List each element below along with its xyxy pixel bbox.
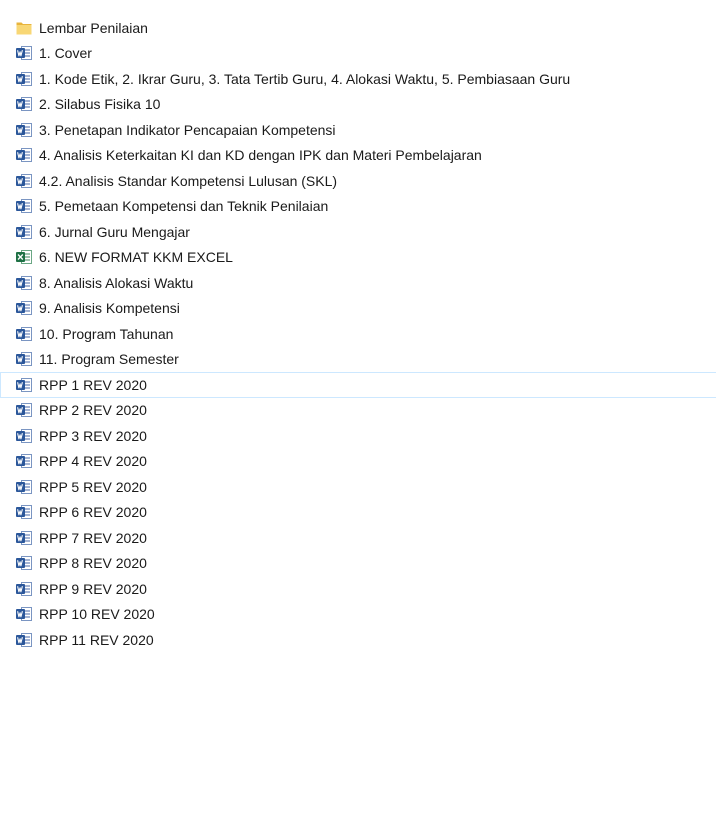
folder-icon xyxy=(15,19,33,37)
word-doc-icon xyxy=(15,350,33,368)
word-doc-icon xyxy=(15,401,33,419)
file-list-item[interactable]: 6. NEW FORMAT KKM EXCEL xyxy=(0,245,716,271)
file-name-label: 6. Jurnal Guru Mengajar xyxy=(39,223,190,240)
file-name-label: RPP 11 REV 2020 xyxy=(39,631,154,648)
file-name-label: RPP 5 REV 2020 xyxy=(39,478,147,495)
word-doc-icon xyxy=(15,452,33,470)
file-list-item[interactable]: 11. Program Semester xyxy=(0,347,716,373)
word-doc-icon xyxy=(15,121,33,139)
file-list-item[interactable]: RPP 10 REV 2020 xyxy=(0,602,716,628)
file-list-item[interactable]: 1. Cover xyxy=(0,41,716,67)
word-doc-icon xyxy=(15,197,33,215)
word-doc-icon xyxy=(15,299,33,317)
file-list-item[interactable]: 6. Jurnal Guru Mengajar xyxy=(0,219,716,245)
word-doc-icon xyxy=(15,376,33,394)
file-name-label: 2. Silabus Fisika 10 xyxy=(39,96,161,113)
word-doc-icon xyxy=(15,529,33,547)
word-doc-icon xyxy=(15,427,33,445)
file-list-item[interactable]: 10. Program Tahunan xyxy=(0,321,716,347)
file-list-item[interactable]: RPP 2 REV 2020 xyxy=(0,398,716,424)
file-name-label: 10. Program Tahunan xyxy=(39,325,174,342)
word-doc-icon xyxy=(15,172,33,190)
file-name-label: RPP 3 REV 2020 xyxy=(39,427,147,444)
file-list-item[interactable]: 5. Pemetaan Kompetensi dan Teknik Penila… xyxy=(0,194,716,220)
file-name-label: RPP 6 REV 2020 xyxy=(39,504,147,521)
file-list-item[interactable]: 4. Analisis Keterkaitan KI dan KD dengan… xyxy=(0,143,716,169)
file-list-item[interactable]: RPP 9 REV 2020 xyxy=(0,576,716,602)
file-name-label: 3. Penetapan Indikator Pencapaian Kompet… xyxy=(39,121,336,138)
file-name-label: 6. NEW FORMAT KKM EXCEL xyxy=(39,249,233,266)
file-list-item[interactable]: RPP 1 REV 2020 xyxy=(0,372,716,398)
file-name-label: 8. Analisis Alokasi Waktu xyxy=(39,274,194,291)
file-name-label: 1. Cover xyxy=(39,45,92,62)
file-name-label: 1. Kode Etik, 2. Ikrar Guru, 3. Tata Ter… xyxy=(39,70,571,87)
file-list: Lembar Penilaian 1. Cover 1. Kode Etik, … xyxy=(0,0,716,816)
file-list-item[interactable]: RPP 5 REV 2020 xyxy=(0,474,716,500)
word-doc-icon xyxy=(15,503,33,521)
excel-sheet-icon xyxy=(15,248,33,266)
file-list-item[interactable]: 4.2. Analisis Standar Kompetensi Lulusan… xyxy=(0,168,716,194)
file-name-label: RPP 9 REV 2020 xyxy=(39,580,147,597)
file-name-label: 5. Pemetaan Kompetensi dan Teknik Penila… xyxy=(39,198,329,215)
file-name-label: RPP 7 REV 2020 xyxy=(39,529,147,546)
file-name-label: RPP 2 REV 2020 xyxy=(39,402,147,419)
word-doc-icon xyxy=(15,223,33,241)
word-doc-icon xyxy=(15,631,33,649)
file-name-label: RPP 8 REV 2020 xyxy=(39,555,147,572)
file-name-label: RPP 10 REV 2020 xyxy=(39,606,155,623)
file-list-item[interactable]: RPP 4 REV 2020 xyxy=(0,449,716,475)
word-doc-icon xyxy=(15,274,33,292)
file-name-label: 4.2. Analisis Standar Kompetensi Lulusan… xyxy=(39,172,338,189)
word-doc-icon xyxy=(15,478,33,496)
file-name-label: RPP 1 REV 2020 xyxy=(39,376,147,393)
file-list-item[interactable]: 9. Analisis Kompetensi xyxy=(0,296,716,322)
file-list-item[interactable]: RPP 7 REV 2020 xyxy=(0,525,716,551)
file-name-label: Lembar Penilaian xyxy=(39,19,148,36)
file-list-item[interactable]: RPP 8 REV 2020 xyxy=(0,551,716,577)
file-list-item[interactable]: RPP 11 REV 2020 xyxy=(0,627,716,653)
word-doc-icon xyxy=(15,146,33,164)
file-list-item[interactable]: 2. Silabus Fisika 10 xyxy=(0,92,716,118)
file-name-label: 4. Analisis Keterkaitan KI dan KD dengan… xyxy=(39,147,482,164)
file-name-label: 11. Program Semester xyxy=(39,351,179,368)
word-doc-icon xyxy=(15,554,33,572)
word-doc-icon xyxy=(15,95,33,113)
file-list-item[interactable]: 3. Penetapan Indikator Pencapaian Kompet… xyxy=(0,117,716,143)
file-list-item[interactable]: RPP 3 REV 2020 xyxy=(0,423,716,449)
word-doc-icon xyxy=(15,605,33,623)
file-name-label: 9. Analisis Kompetensi xyxy=(39,300,180,317)
file-list-item[interactable]: 8. Analisis Alokasi Waktu xyxy=(0,270,716,296)
file-list-item[interactable]: 1. Kode Etik, 2. Ikrar Guru, 3. Tata Ter… xyxy=(0,66,716,92)
word-doc-icon xyxy=(15,70,33,88)
file-list-item[interactable]: Lembar Penilaian xyxy=(0,15,716,41)
word-doc-icon xyxy=(15,325,33,343)
word-doc-icon xyxy=(15,580,33,598)
word-doc-icon xyxy=(15,44,33,62)
file-list-item[interactable]: RPP 6 REV 2020 xyxy=(0,500,716,526)
file-name-label: RPP 4 REV 2020 xyxy=(39,453,147,470)
